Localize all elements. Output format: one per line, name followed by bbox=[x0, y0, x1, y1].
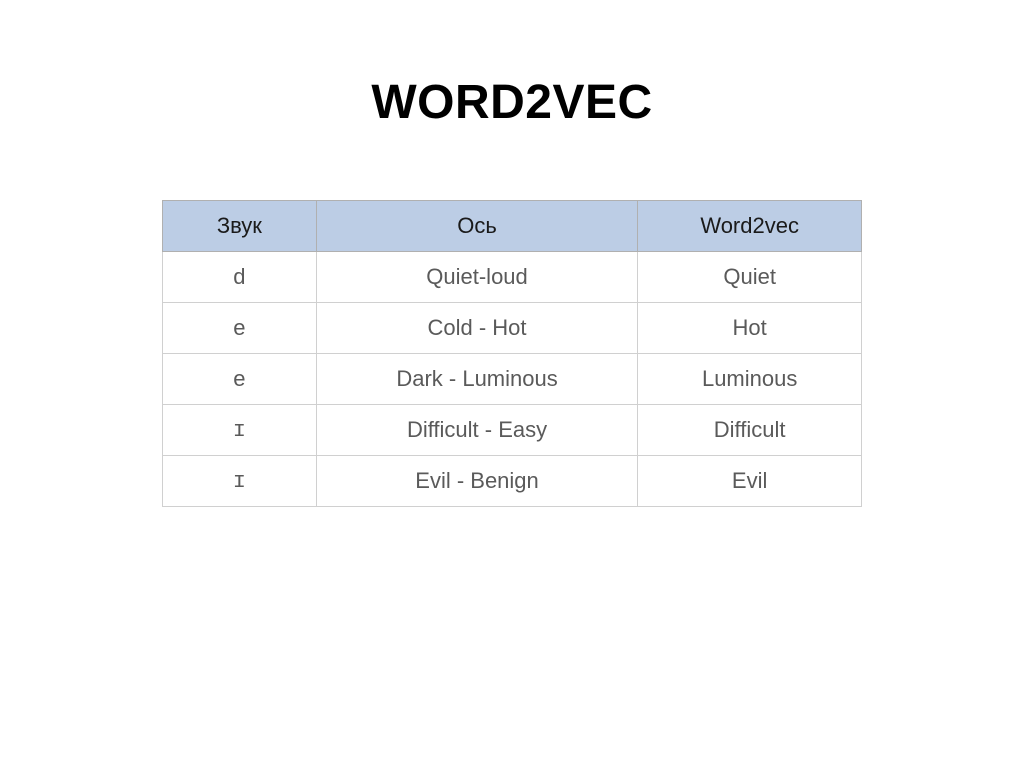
cell-result: Luminous bbox=[638, 354, 862, 405]
cell-axis: Evil - Benign bbox=[316, 456, 638, 507]
header-axis: Ось bbox=[316, 201, 638, 252]
table-row: ɪ Evil - Benign Evil bbox=[163, 456, 862, 507]
cell-axis: Quiet-loud bbox=[316, 252, 638, 303]
cell-result: Difficult bbox=[638, 405, 862, 456]
cell-result: Hot bbox=[638, 303, 862, 354]
cell-result: Quiet bbox=[638, 252, 862, 303]
cell-sound: d bbox=[163, 252, 317, 303]
cell-sound: e bbox=[163, 303, 317, 354]
table-container: Звук Ось Word2vec d Quiet-loud Quiet e C… bbox=[162, 200, 862, 507]
cell-sound: ɪ bbox=[163, 456, 317, 507]
cell-result: Evil bbox=[638, 456, 862, 507]
table-header-row: Звук Ось Word2vec bbox=[163, 201, 862, 252]
header-sound: Звук bbox=[163, 201, 317, 252]
table-row: ɪ Difficult - Easy Difficult bbox=[163, 405, 862, 456]
cell-sound: e bbox=[163, 354, 317, 405]
cell-axis: Dark - Luminous bbox=[316, 354, 638, 405]
table-row: e Cold - Hot Hot bbox=[163, 303, 862, 354]
cell-axis: Difficult - Easy bbox=[316, 405, 638, 456]
table-row: d Quiet-loud Quiet bbox=[163, 252, 862, 303]
data-table: Звук Ось Word2vec d Quiet-loud Quiet e C… bbox=[162, 200, 862, 507]
cell-sound: ɪ bbox=[163, 405, 317, 456]
table-row: e Dark - Luminous Luminous bbox=[163, 354, 862, 405]
header-word2vec: Word2vec bbox=[638, 201, 862, 252]
slide-title: WORD2VEC bbox=[371, 75, 652, 130]
cell-axis: Cold - Hot bbox=[316, 303, 638, 354]
